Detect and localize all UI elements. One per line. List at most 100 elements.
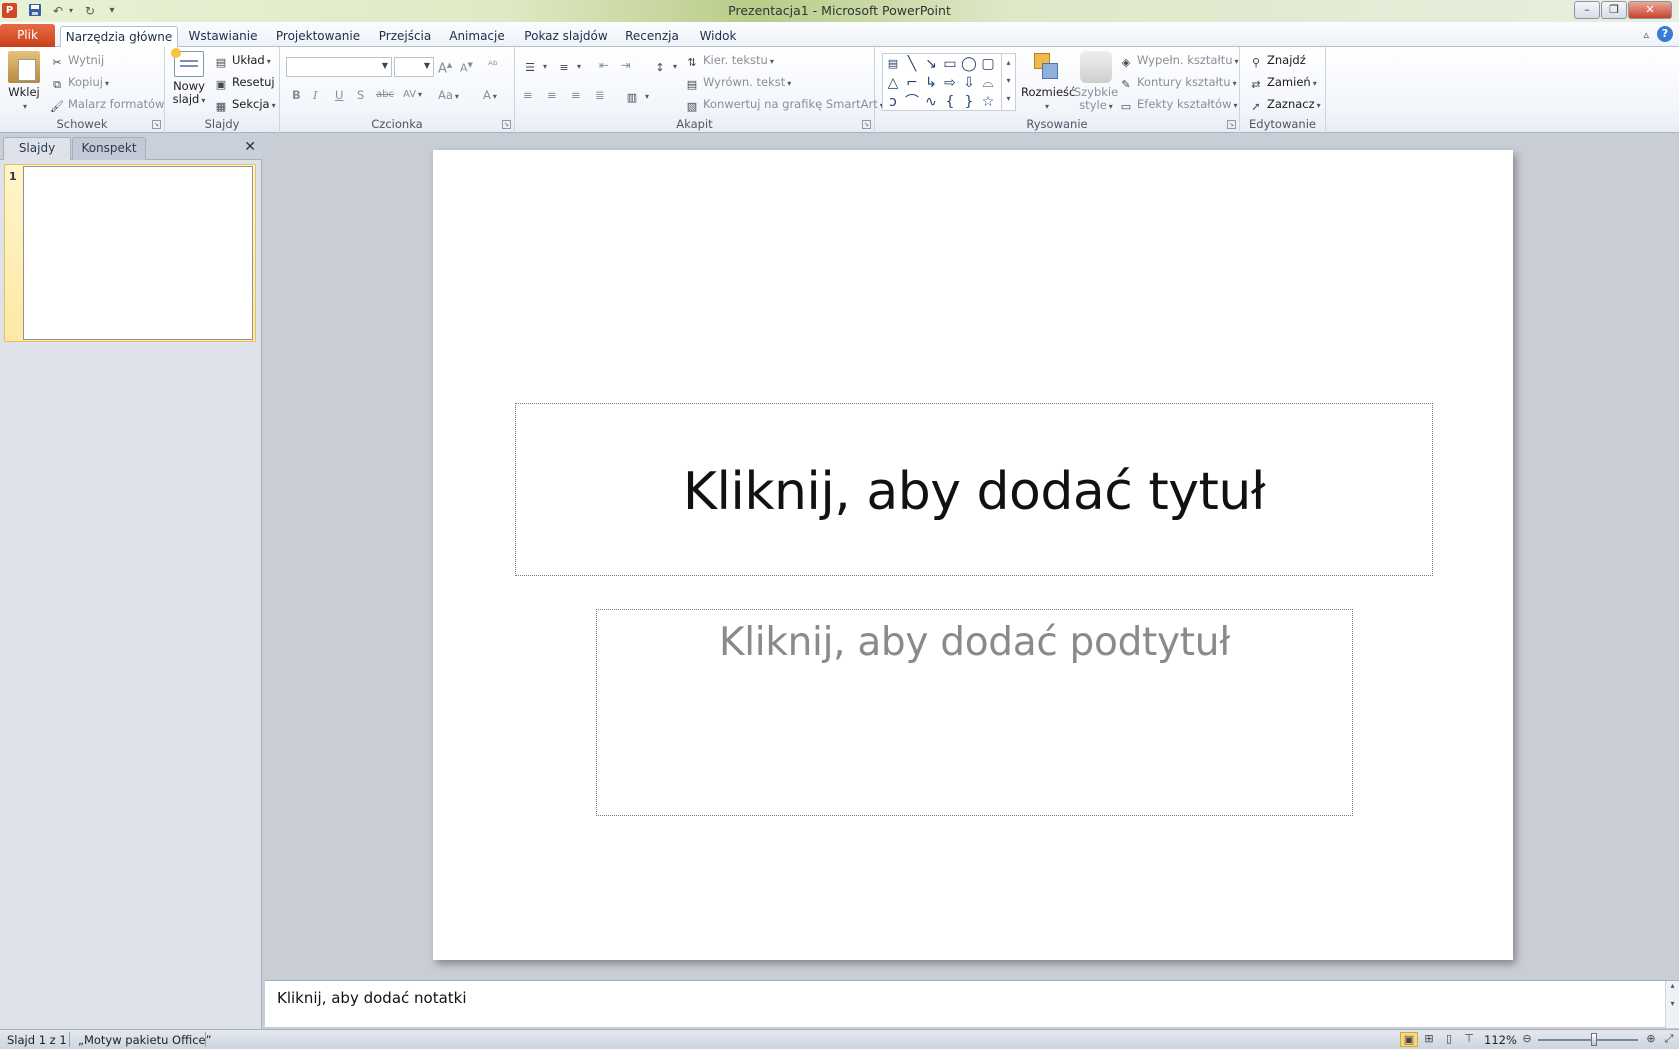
right-arrow-shape-icon[interactable]: ⇨ [941,74,959,92]
down-arrow-shape-icon[interactable]: ⇩ [960,74,978,92]
bullets-button[interactable]: ☰ ▾ [523,57,547,75]
subtitle-placeholder[interactable]: Kliknij, aby dodać podtytuł [596,609,1353,816]
title-placeholder[interactable]: Kliknij, aby dodać tytuł [515,403,1433,576]
theme-name[interactable]: „Motyw pakietu Office” [78,1033,212,1047]
zoom-in-icon[interactable]: ⊕ [1642,1032,1660,1047]
zoom-level[interactable]: 112% [1484,1033,1517,1047]
new-slide-button[interactable]: Nowy slajd ▾ [169,48,209,107]
increase-indent-icon[interactable]: ⇥ [621,57,631,73]
gallery-scroll[interactable]: ▴ ▾ ▾ [1001,54,1015,110]
align-left-icon[interactable]: ≡ [523,87,533,103]
replace-button[interactable]: ⇄ Zamień ▾ [1249,74,1316,92]
strikethrough-button[interactable]: abc [376,87,394,103]
textbox-shape-icon[interactable]: ▤ [884,55,902,73]
quick-styles-button[interactable]: Szybkie style ▾ [1073,51,1119,113]
close-button[interactable]: ✕ [1628,1,1672,19]
clear-formatting-icon[interactable]: ᴬᵇ [488,57,498,73]
italic-button[interactable]: I [313,87,318,103]
columns-button[interactable]: ▥ ▾ [625,87,649,105]
slide-sorter-view-icon[interactable]: ⊞ [1420,1032,1438,1047]
decrease-indent-icon[interactable]: ⇤ [599,57,609,73]
close-pane-icon[interactable]: ✕ [244,139,256,155]
change-case-button[interactable]: Aa ▾ [438,87,459,105]
tab-design[interactable]: Projektowanie [275,26,361,47]
notes-pane[interactable]: Kliknij, aby dodać notatki ▴ ▾ [265,980,1679,1028]
slide[interactable]: Kliknij, aby dodać tytuł Kliknij, aby do… [433,150,1513,960]
shape-effects-button[interactable]: ▭ Efekty kształtów ▾ [1119,96,1238,114]
shadow-button[interactable]: S [357,87,364,103]
text-direction-button[interactable]: ⇅ Kier. tekstu ▾ [685,52,773,70]
numbering-button[interactable]: ≡ ▾ [557,57,581,75]
underline-button[interactable]: U [335,87,343,103]
scribble-shape-icon[interactable]: ↄ [884,93,902,111]
grow-font-button[interactable]: A▲ [438,57,452,77]
arc-shape-icon[interactable]: ⌒ [903,93,921,111]
rectangle-shape-icon[interactable]: ▭ [941,55,959,73]
font-launcher-icon[interactable]: ↘ [502,120,511,129]
justify-icon[interactable]: ≣ [595,87,605,103]
curve-shape-icon[interactable]: ∿ [922,93,940,111]
font-color-button[interactable]: A ▾ [483,87,497,105]
oval-shape-icon[interactable]: ◯ [960,55,978,73]
font-name-combo[interactable]: ▼ [286,57,392,77]
help-icon[interactable]: ? [1657,26,1673,42]
zoom-slider-thumb[interactable] [1591,1033,1597,1046]
tab-animations[interactable]: Animacje [448,26,506,47]
cut-button[interactable]: ✂ Wytnij [50,52,104,70]
line-spacing-button[interactable]: ↕ ▾ [653,57,677,75]
align-center-icon[interactable]: ≡ [547,87,557,103]
zoom-slider[interactable] [1538,1039,1638,1041]
clipboard-launcher-icon[interactable]: ↘ [152,120,161,129]
tab-file[interactable]: Plik [0,24,55,47]
line-shape-icon[interactable]: ╲ [903,55,921,73]
freeform-shape-icon[interactable]: ⌓ [979,74,997,92]
align-right-icon[interactable]: ≡ [571,87,581,103]
rounded-rectangle-shape-icon[interactable]: ▢ [979,55,997,73]
left-brace-shape-icon[interactable]: { [941,93,959,111]
notes-placeholder[interactable]: Kliknij, aby dodać notatki [277,989,467,1007]
smartart-button[interactable]: ▧Konwertuj na grafikę SmartArt▾ [685,96,884,114]
fit-to-window-icon[interactable]: ⤢ [1660,1032,1678,1047]
arrow-line-shape-icon[interactable]: ↘ [922,55,940,73]
section-button[interactable]: ▦ Sekcja ▾ [214,96,276,114]
tab-insert[interactable]: Wstawianie [186,26,260,47]
format-painter-button[interactable]: 🖌 Malarz formatów [50,96,164,114]
bold-button[interactable]: B [292,87,301,103]
elbow-connector-shape-icon[interactable]: ⌐ [903,74,921,92]
drawing-launcher-icon[interactable]: ↘ [1227,120,1236,129]
right-brace-shape-icon[interactable]: } [960,93,978,111]
minimize-ribbon-icon[interactable]: ▵ [1643,28,1649,41]
star-shape-icon[interactable]: ☆ [979,93,997,111]
arrange-button[interactable]: Rozmieść ▾ [1021,51,1075,113]
copy-button[interactable]: ⧉ Kopiuj ▾ [50,74,109,92]
layout-button[interactable]: ▤ Układ ▾ [214,52,271,70]
align-text-button[interactable]: ▤ Wyrówn. tekst ▾ [685,74,791,92]
slideshow-view-icon[interactable]: ⊤ [1460,1032,1478,1047]
tab-review[interactable]: Recenzja [624,26,680,47]
notes-scrollbar[interactable]: ▴ ▾ [1665,981,1679,1028]
shape-outline-button[interactable]: ✎ Kontury kształtu ▾ [1119,74,1236,92]
char-spacing-button[interactable]: AV ▾ [403,87,422,103]
paragraph-launcher-icon[interactable]: ↘ [862,120,871,129]
slide-thumbnail[interactable] [23,166,253,340]
zoom-out-icon[interactable]: ⊖ [1518,1032,1536,1047]
shape-fill-button[interactable]: ◈ Wypełn. kształtu ▾ [1119,52,1239,70]
tab-home[interactable]: Narzędzia główne [60,26,178,48]
paste-button[interactable]: Wklej ▾ [6,51,42,113]
reset-button[interactable]: ▣ Resetuj [214,74,275,92]
triangle-shape-icon[interactable]: △ [884,74,902,92]
normal-view-icon[interactable]: ▣ [1400,1032,1418,1047]
tab-outline[interactable]: Konspekt [72,137,146,160]
tab-view[interactable]: Widok [695,26,741,47]
tab-transitions[interactable]: Przejścia [376,26,434,47]
find-button[interactable]: ⚲ Znajdź [1249,52,1306,70]
maximize-button[interactable]: ❐ [1601,1,1627,19]
minimize-button[interactable]: – [1574,1,1600,19]
reading-view-icon[interactable]: ▯ [1440,1032,1458,1047]
elbow-arrow-shape-icon[interactable]: ↳ [922,74,940,92]
shrink-font-button[interactable]: A▼ [460,57,473,77]
select-button[interactable]: ➚ Zaznacz ▾ [1249,96,1320,114]
font-size-combo[interactable]: ▼ [394,57,434,77]
tab-slideshow[interactable]: Pokaz slajdów [522,26,610,47]
shapes-gallery[interactable]: ▤ ╲ ↘ ▭ ◯ ▢ △ ⌐ ↳ ⇨ ⇩ ⌓ ↄ ⌒ ∿ { } ☆ ▴ ▾ ▾ [882,53,1016,111]
